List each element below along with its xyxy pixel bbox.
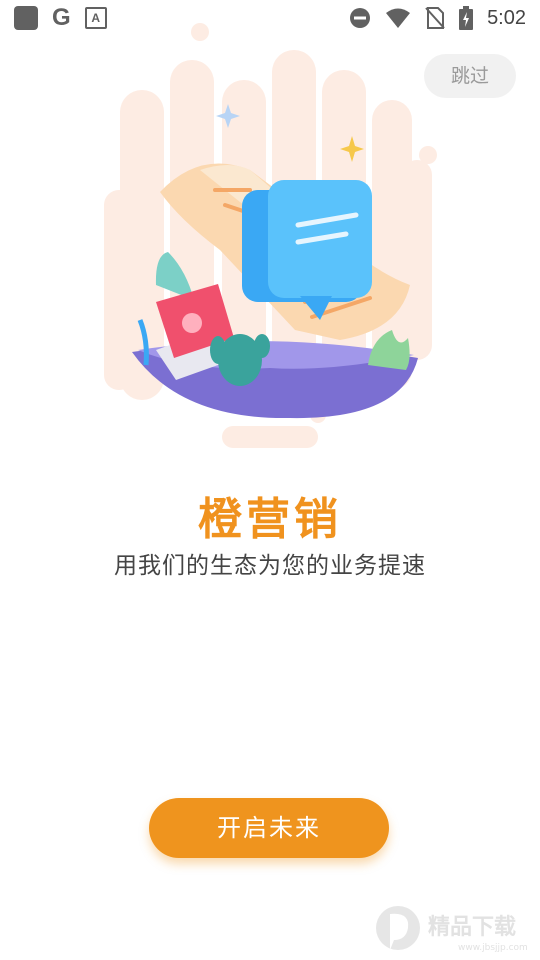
app-title: 橙营销	[198, 494, 342, 545]
watermark-logo: 精品下载 www.jbsjjp.com	[376, 906, 528, 953]
app-subtitle: 用我们的生态为您的业务提速	[114, 553, 426, 579]
watermark-text: 精品下载	[428, 914, 516, 940]
watermark-url: www.jbsjjp.com	[458, 943, 528, 953]
start-future-button[interactable]: 开启未来	[149, 798, 389, 858]
hero-illustration	[104, 23, 437, 448]
